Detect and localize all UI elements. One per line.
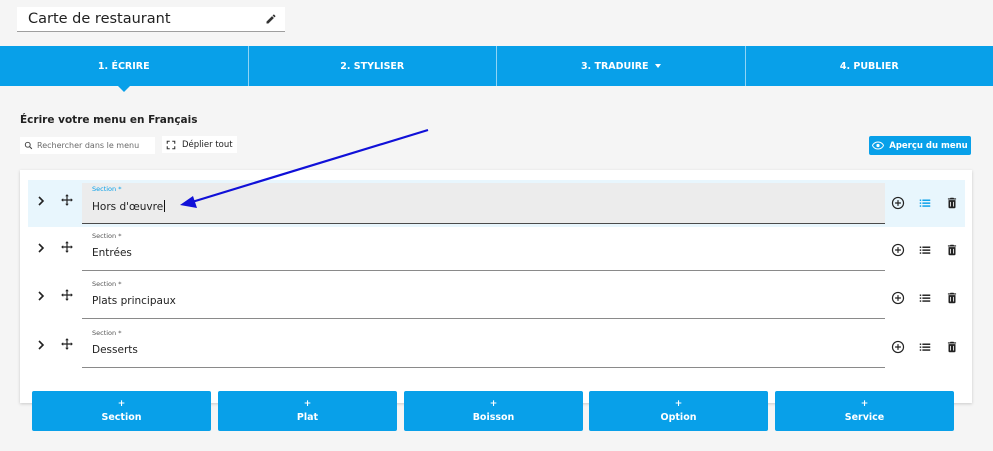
menu-title: Carte de restaurant <box>28 11 171 27</box>
section-name: Desserts <box>92 344 138 356</box>
move-icon[interactable] <box>60 337 74 351</box>
tab-translate[interactable]: 3. TRADUIRE <box>497 46 746 86</box>
trash-icon[interactable] <box>945 243 959 257</box>
move-icon[interactable] <box>60 288 74 302</box>
add-option-button[interactable]: + Option <box>589 391 768 431</box>
section-name-field[interactable]: Section * Hors d'œuvre <box>82 183 885 224</box>
pencil-icon[interactable] <box>265 13 277 25</box>
chevron-right-icon[interactable] <box>37 291 45 301</box>
search-box <box>20 137 155 154</box>
caret-down-icon <box>654 64 661 68</box>
section-name: Plats principaux <box>92 295 176 307</box>
section-name: Entrées <box>92 247 132 259</box>
chevron-right-icon[interactable] <box>37 243 45 253</box>
step-tabs: 1. ÉCRIRE 2. STYLISER 3. TRADUIRE 4. PUB… <box>0 46 993 92</box>
preview-menu-button[interactable]: Aperçu du menu <box>869 136 971 155</box>
section-row: Section * Plats principaux <box>28 275 965 322</box>
section-name-field[interactable]: Section * Entrées <box>82 230 885 271</box>
tab-style[interactable]: 2. STYLISER <box>249 46 497 86</box>
tab-publish[interactable]: 4. PUBLIER <box>746 46 993 86</box>
add-drink-button[interactable]: + Boisson <box>404 391 583 431</box>
chevron-right-icon[interactable] <box>37 340 45 350</box>
expand-all-button[interactable]: Déplier tout <box>162 136 237 153</box>
add-dish-button[interactable]: + Plat <box>218 391 397 431</box>
list-icon[interactable] <box>918 196 932 210</box>
page-heading: Écrire votre menu en Français <box>20 114 198 126</box>
trash-icon[interactable] <box>945 291 959 305</box>
add-circle-icon[interactable] <box>891 196 905 210</box>
add-circle-icon[interactable] <box>891 340 905 354</box>
list-icon[interactable] <box>918 243 932 257</box>
trash-icon[interactable] <box>945 340 959 354</box>
chevron-right-icon[interactable] <box>37 196 45 206</box>
eye-icon <box>872 141 885 150</box>
menu-title-field[interactable]: Carte de restaurant <box>17 7 285 32</box>
search-icon <box>24 141 33 150</box>
section-row: Section * Entrées <box>28 227 965 274</box>
add-section-button[interactable]: + Section <box>32 391 211 431</box>
add-circle-icon[interactable] <box>891 243 905 257</box>
text-cursor <box>164 200 166 212</box>
move-icon[interactable] <box>60 240 74 254</box>
section-row: Section * Desserts <box>28 324 965 371</box>
search-input[interactable] <box>37 138 152 153</box>
sections-panel: Section * Hors d'œuvre Section * Entrées… <box>20 170 972 403</box>
move-icon[interactable] <box>60 193 74 207</box>
list-icon[interactable] <box>918 291 932 305</box>
add-service-button[interactable]: + Service <box>775 391 954 431</box>
trash-icon[interactable] <box>945 196 959 210</box>
add-circle-icon[interactable] <box>891 291 905 305</box>
section-name-field[interactable]: Section * Plats principaux <box>82 278 885 319</box>
section-name-field[interactable]: Section * Desserts <box>82 327 885 368</box>
section-name: Hors d'œuvre <box>92 201 164 213</box>
section-row: Section * Hors d'œuvre <box>28 180 965 227</box>
tab-write[interactable]: 1. ÉCRIRE <box>0 46 249 92</box>
list-icon[interactable] <box>918 340 932 354</box>
expand-corners-icon <box>166 140 176 149</box>
